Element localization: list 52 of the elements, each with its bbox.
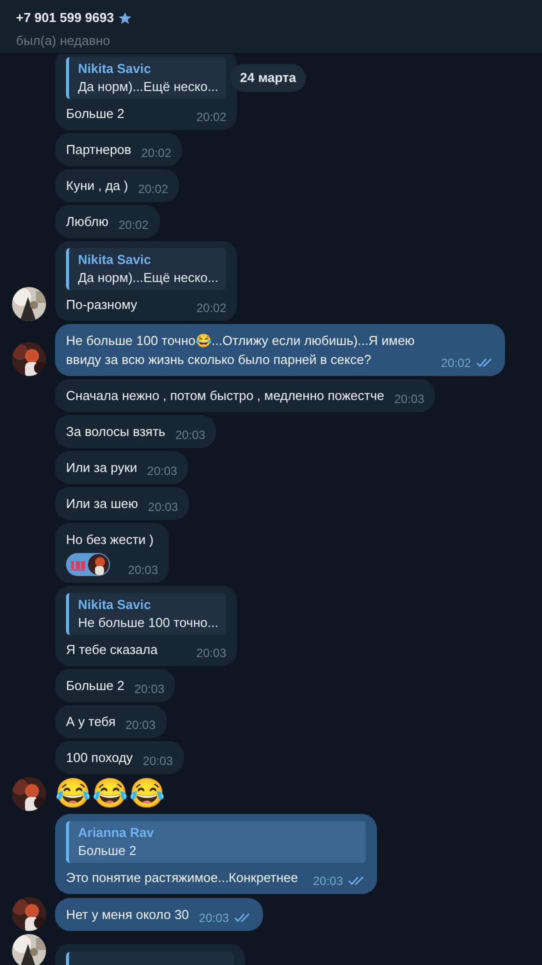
message-text: Люблю [66,213,108,231]
message-text: Или за руки [66,459,138,477]
message-time: 20:03 [128,562,158,579]
reply-author: Nikita Savic [78,60,152,78]
reaction-chip[interactable] [66,553,110,576]
reply-preview[interactable]: Arianna Rav Больше 2 [66,821,366,863]
message-text: Или за шею [66,495,138,513]
message-text: Но без жести ) [66,531,155,549]
message-time: 20:02 [118,217,149,234]
message-text: 100 походу [66,749,133,767]
reply-author: Nikita Savic [78,251,152,269]
message-text: За волосы взять [66,423,166,441]
message-time: 20:02 [141,145,172,162]
hundred-emoji-icon [70,558,86,570]
message-text: По-разному [66,296,138,314]
message-time: 20:03 [134,681,164,698]
message-time: 20:02 [196,300,226,317]
message-time: 20:03 [148,499,178,516]
last-seen-status: был(а) недавно [16,32,112,50]
message-text: Куни , да ) [66,177,128,195]
message-text: Это понятие растяжимое...Конкретнее [66,869,299,887]
message-text: Не больше 100 точно😂...Отлижу если любишь)...Я имею ввиду за всю жизнь сколько было парней в сексе? [66,332,416,369]
message-time: 20:02 [440,355,471,372]
message-time: 20:03 [147,463,178,480]
message-text: Партнеров [66,141,132,159]
contact-name[interactable]: +7 901 599 9693 [16,8,114,28]
reply-text: Да норм)...Ещё неско... [78,78,218,96]
message-time: 20:03 [142,753,173,770]
reply-preview[interactable]: Nikita Savic Да норм)...Ещё неско... [66,57,226,99]
emoji-message: 😂😂😂 [55,777,166,811]
message-time: 20:03 [196,645,226,662]
reply-preview[interactable]: Nikita Savic Не больше 100 точно... [66,593,226,635]
message-text: Больше 2 [66,677,124,695]
reply-text: Да норм)...Ещё неско... [78,269,218,287]
reply-author: Arianna Rav [78,824,155,842]
message-text: Сначала нежно , потом быстро , медленно пожестче [66,387,384,405]
reply-preview[interactable]: Nikita Savic Да норм)...Ещё неско... [66,248,226,290]
message-time: 20:03 [198,910,229,927]
message-text: Я тебе сказала [66,641,159,659]
message-text: Нет у меня около 30 [66,906,189,924]
message-text: А у тебя [66,713,116,731]
message-time: 20:02 [196,109,226,126]
message-time: 20:03 [394,391,424,408]
message-time: 20:03 [312,873,343,890]
date-badge: 24 марта [230,64,306,92]
message-time: 20:03 [126,717,156,734]
message-text: Больше 2 [66,105,126,123]
message-time: 20:02 [138,181,168,198]
message-time: 20:03 [175,427,206,444]
reply-author: Nikita Savic [78,596,152,614]
reply-text: Больше 2 [78,842,138,860]
reply-text: Не больше 100 точно... [78,614,218,632]
